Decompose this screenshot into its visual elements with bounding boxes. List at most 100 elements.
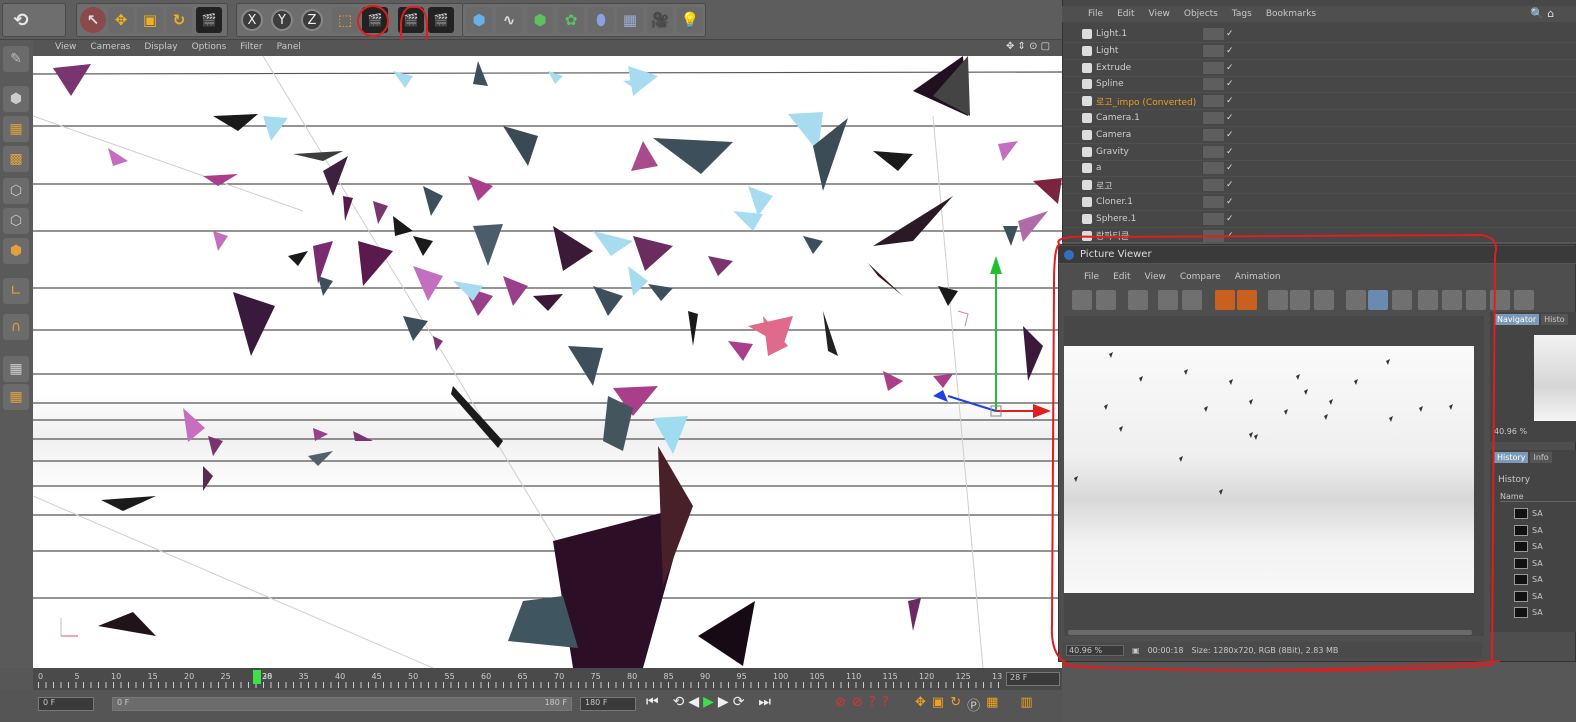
object-row[interactable]: Cloner.1 ✓	[1064, 194, 1576, 211]
go-to-start-icon[interactable]: ⏮	[646, 694, 659, 710]
axis-mode-icon[interactable]: ∟	[3, 278, 29, 304]
cube-icon[interactable]: ⬢	[466, 7, 492, 33]
object-enabled-check[interactable]: ✓	[1226, 197, 1234, 207]
object-row[interactable]: Light.1 ✓	[1064, 26, 1576, 43]
viewport-canvas[interactable]	[33, 56, 1062, 668]
previous-key-icon[interactable]: ⟲	[673, 694, 685, 710]
z-axis-button[interactable]: Z	[301, 9, 323, 31]
object-enabled-check[interactable]: ✓	[1226, 180, 1234, 190]
object-enabled-check[interactable]: ✓	[1226, 163, 1234, 173]
workplane-icon[interactable]: ▩	[3, 146, 29, 172]
scale-tool-icon[interactable]: ▣	[137, 7, 163, 33]
object-enabled-check[interactable]: ✓	[1226, 147, 1234, 157]
pla-key-icon[interactable]: ▦	[986, 695, 998, 714]
object-enabled-check[interactable]: ✓	[1226, 63, 1234, 73]
keyframe-selection-icon[interactable]: ?	[869, 695, 876, 710]
object-row[interactable]: Spline ✓	[1064, 76, 1576, 94]
object-row[interactable]: 로고_impo (Converted) ✓	[1064, 93, 1576, 111]
position-key-icon[interactable]: ✥	[915, 695, 926, 714]
object-enabled-check[interactable]: ✓	[1226, 96, 1234, 106]
polygons-mode-icon[interactable]: ⬢	[3, 238, 29, 264]
floor-icon[interactable]: ▦	[617, 7, 643, 33]
model-mode-icon[interactable]: ⬢	[3, 86, 29, 112]
object-enabled-check[interactable]: ✓	[1226, 214, 1234, 224]
next-key-icon[interactable]: ⟳	[733, 694, 745, 710]
om-menu-tags[interactable]: Tags	[1232, 9, 1252, 19]
object-visibility-flags[interactable]	[1202, 44, 1224, 57]
texture-mode-icon[interactable]: ▦	[3, 116, 29, 142]
object-enabled-check[interactable]: ✓	[1226, 46, 1234, 56]
param-key-icon[interactable]: Ⓟ	[967, 695, 980, 714]
object-visibility-flags[interactable]	[1202, 112, 1224, 124]
object-visibility-flags[interactable]	[1202, 145, 1224, 158]
object-row[interactable]: a ✓	[1064, 160, 1576, 178]
object-enabled-check[interactable]: ✓	[1226, 113, 1234, 123]
viewport-menu-view[interactable]: View	[55, 42, 76, 52]
timeline-playhead[interactable]	[253, 670, 261, 684]
om-menu-objects[interactable]: Objects	[1184, 9, 1218, 19]
object-row[interactable]: Light ✓	[1064, 43, 1576, 60]
range-slider[interactable]: 0 F 180 F	[112, 697, 572, 711]
magnet-icon[interactable]: ∩	[3, 314, 29, 340]
viewport-menu-panel[interactable]: Panel	[277, 42, 301, 52]
object-row[interactable]: 로고 ✓	[1064, 177, 1576, 195]
move-tool-icon[interactable]: ✥	[108, 7, 134, 33]
om-menu-view[interactable]: View	[1149, 9, 1170, 19]
select-tool-icon[interactable]: ↖	[80, 7, 106, 33]
om-menu-edit[interactable]: Edit	[1117, 9, 1134, 19]
object-visibility-flags[interactable]	[1202, 179, 1224, 192]
y-axis-button[interactable]: Y	[271, 9, 293, 31]
grid-snap-icon[interactable]: ▦	[3, 356, 29, 382]
play-icon[interactable]: ▶	[703, 694, 714, 710]
om-menu-bookmarks[interactable]: Bookmarks	[1266, 9, 1316, 19]
object-row[interactable]: Camera.1 ✓	[1064, 110, 1576, 127]
object-row[interactable]: Camera ✓	[1064, 127, 1576, 144]
render-clapper-icon[interactable]: 🎬	[196, 7, 222, 33]
record-active-icon[interactable]: ⊘	[835, 695, 846, 710]
next-frame-icon[interactable]: ▶	[718, 694, 729, 710]
previous-frame-icon[interactable]: ◀	[688, 694, 699, 710]
object-visibility-flags[interactable]	[1202, 162, 1224, 175]
snap-icon[interactable]: ▦	[3, 384, 29, 410]
subdivision-icon[interactable]: ⬢	[527, 7, 553, 33]
x-axis-button[interactable]: X	[241, 9, 263, 31]
object-row[interactable]: Gravity ✓	[1064, 144, 1576, 161]
make-editable-icon[interactable]: ✎	[3, 46, 29, 72]
object-visibility-flags[interactable]	[1202, 61, 1224, 74]
viewport-menu-display[interactable]: Display	[144, 42, 177, 52]
camera-icon[interactable]: 🎥	[647, 7, 673, 33]
object-visibility-flags[interactable]	[1202, 212, 1224, 225]
end-frame-field[interactable]: 180 F	[580, 697, 636, 711]
object-visibility-flags[interactable]	[1202, 78, 1224, 91]
cloner-icon[interactable]: ✿	[558, 7, 584, 33]
rotation-key-icon[interactable]: ↻	[950, 695, 961, 714]
undo-icon[interactable]: ⟲	[8, 7, 34, 33]
scale-key-icon[interactable]: ▣	[932, 695, 944, 714]
rotate-tool-icon[interactable]: ↻	[166, 7, 192, 33]
viewport-menu-cameras[interactable]: Cameras	[90, 42, 130, 52]
object-enabled-check[interactable]: ✓	[1226, 29, 1234, 39]
object-enabled-check[interactable]: ✓	[1226, 79, 1234, 89]
object-visibility-flags[interactable]	[1202, 196, 1224, 208]
film-icon[interactable]: ▥	[1020, 695, 1032, 714]
object-visibility-flags[interactable]	[1202, 95, 1224, 108]
light-icon[interactable]: 💡	[677, 7, 703, 33]
coordinate-system-icon[interactable]: ⬚	[332, 7, 358, 33]
autokey-icon[interactable]: ⊘	[852, 695, 863, 710]
object-visibility-flags[interactable]	[1202, 28, 1224, 40]
points-mode-icon[interactable]: ⬡	[3, 178, 29, 204]
om-menu-file[interactable]: File	[1088, 9, 1103, 19]
viewport-menu-options[interactable]: Options	[192, 42, 227, 52]
key-icon[interactable]: ?	[882, 695, 889, 710]
go-to-end-icon[interactable]: ⏭	[758, 694, 771, 710]
om-search-icon[interactable]: 🔍 ⌂	[1530, 7, 1554, 20]
object-enabled-check[interactable]: ✓	[1226, 130, 1234, 140]
spline-icon[interactable]: ∿	[496, 7, 522, 33]
start-frame-field[interactable]: 0 F	[38, 697, 94, 711]
render-settings-icon[interactable]: 🎬	[428, 7, 454, 33]
viewport-nav-icons[interactable]: ✥ ⇕ ⊙ ▢	[1006, 41, 1050, 52]
deformer-icon[interactable]: ⬮	[588, 7, 614, 33]
edges-mode-icon[interactable]: ⬡	[3, 208, 29, 234]
viewport-menu-filter[interactable]: Filter	[240, 42, 262, 52]
object-visibility-flags[interactable]	[1202, 128, 1224, 141]
